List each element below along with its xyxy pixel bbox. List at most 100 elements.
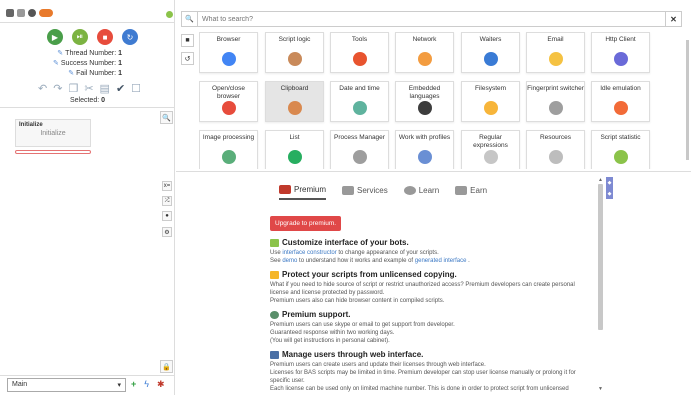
- check-icon[interactable]: ✔: [116, 82, 125, 95]
- divider: [176, 171, 691, 172]
- module-tile[interactable]: Filesystem: [461, 81, 520, 122]
- side-widget[interactable]: ◆ ◆: [606, 177, 613, 199]
- demo-link[interactable]: demo: [282, 258, 297, 264]
- text: to change appearance of your scripts.: [336, 250, 439, 256]
- action-search-button[interactable]: 🔍: [160, 111, 173, 124]
- regex-icon: [483, 150, 498, 164]
- tag-icon: ●: [165, 213, 169, 219]
- module-tile[interactable]: Script logic: [265, 32, 324, 73]
- module-tile[interactable]: Date and time: [330, 81, 389, 122]
- paste-icon[interactable]: ▤: [100, 82, 110, 95]
- function-select[interactable]: Main ▾: [7, 378, 126, 392]
- module-tile[interactable]: Fingerprint switcher: [526, 81, 585, 122]
- module-tile[interactable]: Http Client: [591, 32, 650, 73]
- module-tile-label: Process Manager: [334, 134, 385, 141]
- shuffle-button[interactable]: ⤮: [162, 196, 172, 206]
- module-tile[interactable]: Email: [526, 32, 585, 73]
- resources-icon: [548, 150, 563, 164]
- text: Use: [270, 250, 283, 256]
- module-tile[interactable]: Work with profiles: [395, 130, 454, 169]
- services-icon: [342, 186, 355, 195]
- plus-icon[interactable]: +: [131, 379, 136, 390]
- module-tile[interactable]: List: [265, 130, 324, 169]
- mode-toggle-icon[interactable]: [39, 9, 53, 17]
- hourglass-icon: [483, 52, 498, 66]
- document-icon[interactable]: [17, 9, 25, 17]
- module-tile[interactable]: Clipboard: [265, 81, 324, 122]
- lightning-icon[interactable]: ϟ: [144, 379, 149, 390]
- settings-icon[interactable]: [6, 9, 14, 17]
- interface-constructor-link[interactable]: interface constructor: [282, 250, 336, 256]
- thread-number: ✎ Thread Number: 1: [57, 50, 122, 57]
- copy-icon[interactable]: ❐: [68, 82, 78, 95]
- premium-tabs: Premium Services Learn Earn: [279, 185, 487, 200]
- module-tile-label: Waiters: [479, 36, 502, 43]
- pencil-icon[interactable]: ✎: [57, 50, 63, 57]
- module-tile[interactable]: Process Manager: [330, 130, 389, 169]
- scroll-up-icon[interactable]: ▲: [598, 177, 603, 183]
- tab-premium[interactable]: Premium: [279, 185, 327, 200]
- play-button[interactable]: ▶: [47, 29, 63, 45]
- cut-icon[interactable]: ✂: [84, 82, 93, 95]
- step-button[interactable]: ⏯: [72, 29, 88, 45]
- feature-title-text: Premium support.: [282, 310, 351, 319]
- search-icon: 🔍: [182, 12, 198, 26]
- generated-interface-link[interactable]: generated interface: [415, 258, 467, 264]
- profile-icon: [417, 150, 432, 164]
- select-all-icon[interactable]: ☐: [131, 82, 141, 95]
- feature-protect: Protect your scripts from unlicensed cop…: [270, 270, 590, 305]
- tab-label: Services: [357, 186, 388, 195]
- module-tile-label: Fingerprint switcher: [527, 85, 584, 92]
- settings-button[interactable]: ⚙: [162, 227, 172, 237]
- module-tile[interactable]: Resources: [526, 130, 585, 169]
- email-icon: [548, 52, 563, 66]
- record-icon[interactable]: [28, 9, 36, 17]
- tab-earn[interactable]: Earn: [455, 185, 487, 200]
- tab-learn[interactable]: Learn: [403, 185, 439, 200]
- module-tile[interactable]: Image processing: [199, 130, 258, 169]
- lock-button[interactable]: 🔒: [160, 360, 173, 373]
- success-number: ✎ Success Number: 1: [53, 60, 122, 67]
- module-tile[interactable]: Embedded languages: [395, 81, 454, 122]
- scroll-down-icon[interactable]: ▼: [598, 386, 603, 392]
- module-grid: Browser Script logic Tools Network Waiters Em…: [199, 32, 682, 169]
- tab-services[interactable]: Services: [342, 185, 388, 200]
- module-tile[interactable]: Tools: [330, 32, 389, 73]
- learn-icon: [403, 186, 416, 195]
- module-tile[interactable]: Waiters: [461, 32, 520, 73]
- upgrade-button[interactable]: Upgrade to premium.: [270, 216, 342, 231]
- bookmark-button[interactable]: ■: [181, 34, 194, 47]
- module-tile-label: Embedded languages: [408, 85, 441, 100]
- undo-icon[interactable]: ↶: [38, 82, 47, 95]
- module-tile[interactable]: Idle emulation: [591, 81, 650, 122]
- pencil-icon[interactable]: ✎: [68, 70, 74, 77]
- bug-icon[interactable]: ✱: [157, 379, 165, 390]
- module-tile[interactable]: Network: [395, 32, 454, 73]
- history-button[interactable]: ↺: [181, 52, 194, 65]
- module-tile[interactable]: Open/close browser: [199, 81, 258, 122]
- module-tile-label: Clipboard: [280, 85, 309, 92]
- stop-button[interactable]: ■: [97, 29, 113, 45]
- insert-point-bar[interactable]: [15, 150, 91, 154]
- variable-icon: x=: [163, 183, 171, 189]
- power-icon: [221, 101, 236, 115]
- restart-button[interactable]: ↻: [122, 29, 138, 45]
- chrome-icon: [221, 52, 236, 66]
- variable-button[interactable]: x=: [162, 181, 172, 191]
- module-tile[interactable]: Script statistic: [591, 130, 650, 169]
- close-icon[interactable]: ✕: [665, 12, 681, 26]
- feature-title-text: Manage users through web interface.: [282, 350, 424, 359]
- fail-number: ✎ Fail Number: 1: [68, 70, 122, 77]
- module-tile-label: Http Client: [605, 36, 636, 43]
- pencil-icon[interactable]: ✎: [53, 60, 59, 67]
- premium-scrollbar-thumb[interactable]: [598, 184, 603, 330]
- grid-scrollbar-thumb[interactable]: [686, 40, 689, 160]
- initialize-block[interactable]: Initialize Initialize: [15, 119, 91, 147]
- redo-icon[interactable]: ↷: [53, 82, 62, 95]
- module-tile[interactable]: Regular expressions: [461, 130, 520, 169]
- feature-title-text: Customize interface of your bots.: [282, 238, 409, 247]
- users-icon: [270, 350, 279, 359]
- module-tile[interactable]: Browser: [199, 32, 258, 73]
- tag-button[interactable]: ●: [162, 211, 172, 221]
- search-input[interactable]: [202, 13, 652, 25]
